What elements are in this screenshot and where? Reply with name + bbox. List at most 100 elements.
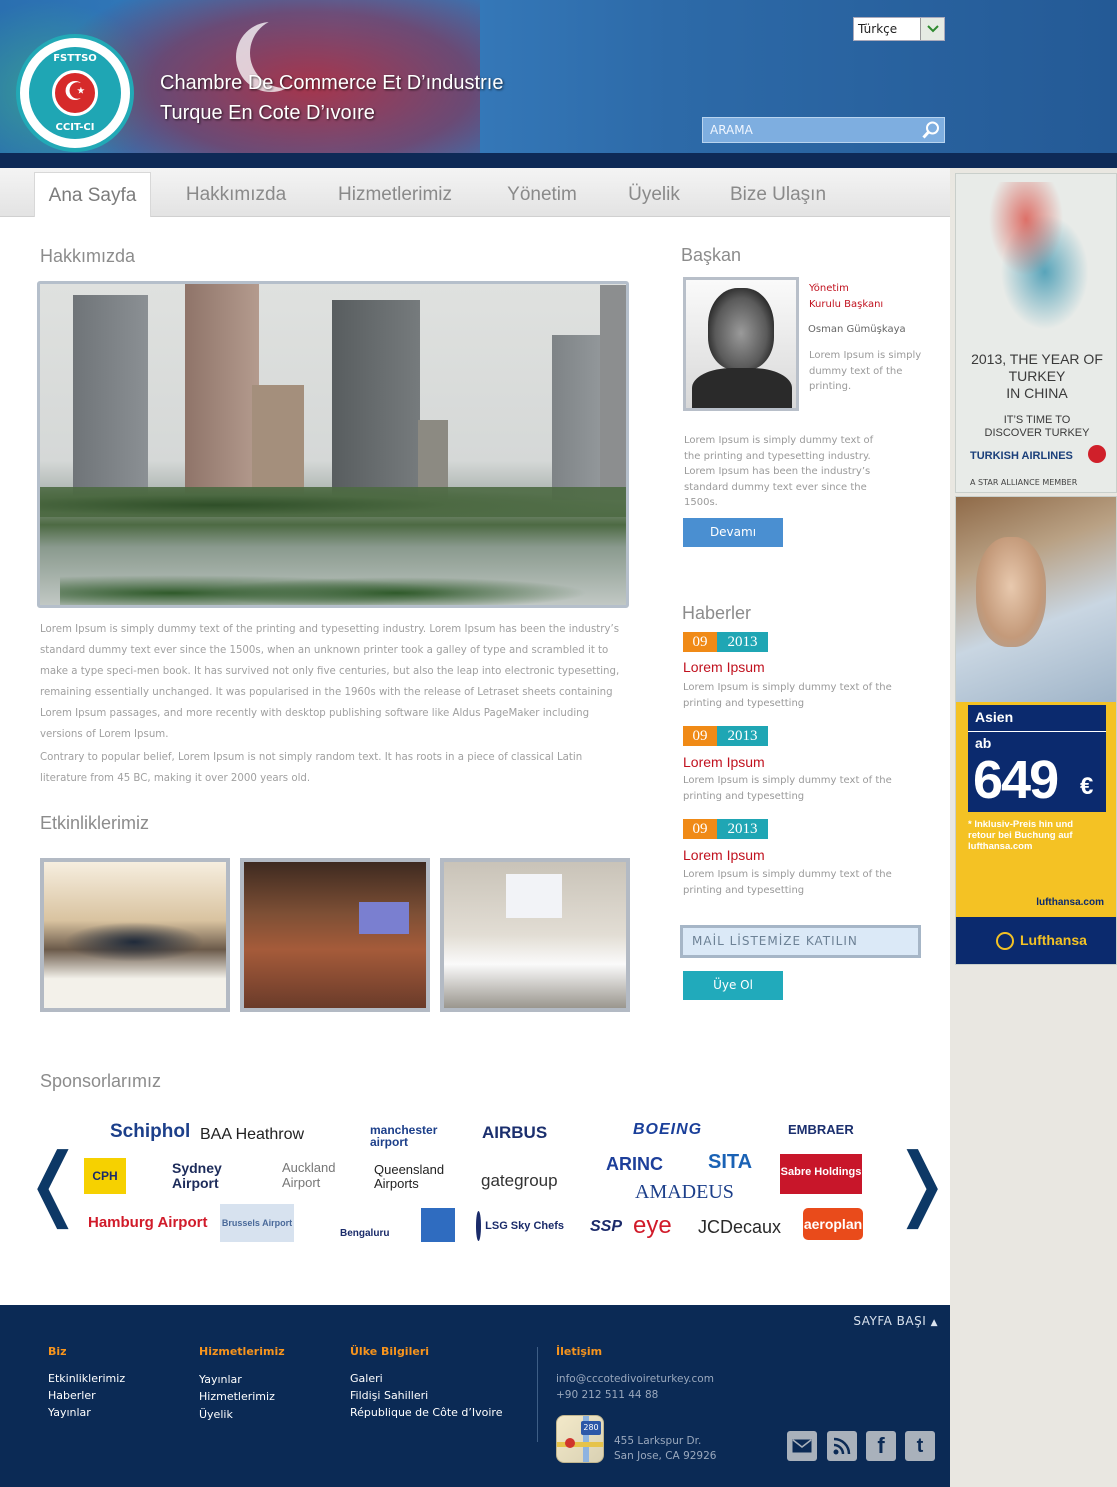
news-headline[interactable]: Lorem Ipsum [683, 847, 765, 863]
turkish-airlines-logo-icon [1088, 445, 1106, 463]
search-icon[interactable] [918, 118, 944, 142]
sponsor-logo[interactable]: JCDecaux [698, 1217, 781, 1238]
sponsor-logo[interactable]: Bengaluru [340, 1228, 389, 1239]
chevron-down-icon[interactable] [920, 18, 944, 40]
chevron-right-icon[interactable]: ❭ [888, 1131, 955, 1235]
city-skyline-image [37, 281, 629, 608]
sponsor-logo[interactable]: eye [633, 1212, 672, 1240]
event-photo-conference[interactable] [240, 858, 430, 1012]
sponsor-logo[interactable]: BAA Heathrow [200, 1126, 304, 1144]
sponsor-logo[interactable]: Hamburg Airport [88, 1214, 207, 1231]
turkish-airlines-ad[interactable]: 2013, THE YEAR OF TURKEY IN CHINA IT’S T… [955, 173, 1117, 493]
mail-icon[interactable] [787, 1431, 817, 1461]
sponsor-logo[interactable]: AMADEUS [635, 1181, 734, 1204]
facebook-icon[interactable]: f [866, 1431, 896, 1461]
ad2-price: 649 [973, 750, 1059, 810]
footer-col-title: Ülke Bilgileri [350, 1345, 430, 1358]
sponsor-logo[interactable]: CPH [84, 1158, 126, 1194]
president-photo [683, 277, 799, 411]
site-title-line2: Turque En Cote D’ıvoıre [160, 102, 375, 124]
president-role-line1: Yönetim [809, 283, 849, 294]
news-year: 2013 [717, 819, 768, 839]
logo-emblem: FSTTSO ☪ CCIT-CI [29, 47, 121, 139]
ad2-url: lufthansa.com [1036, 897, 1104, 908]
contact-phone: +90 212 511 44 88 [556, 1389, 659, 1401]
nav-item-services[interactable]: Hizmetlerimiz [322, 172, 468, 217]
search-input[interactable] [703, 123, 918, 137]
president-role: Yönetim Kurulu Başkanı [809, 281, 883, 313]
footer-link[interactable]: Galeri [350, 1372, 383, 1385]
footer-link[interactable]: Üyelik [199, 1408, 233, 1421]
sponsors-title: Sponsorlarımız [40, 1071, 162, 1091]
ad2-brand: Lufthansa [1020, 932, 1087, 948]
sponsor-logo[interactable]: SITA [708, 1151, 752, 1174]
language-select[interactable]: Türkçe [853, 17, 945, 41]
back-to-top-link[interactable]: SAYFA BAŞI ▲ [853, 1314, 938, 1328]
ad2-portrait [976, 537, 1046, 647]
nav-item-management[interactable]: Yönetim [490, 172, 594, 217]
site-logo[interactable]: FSTTSO ☪ CCIT-CI [16, 34, 134, 152]
footer-link[interactable]: République de Côte d’Ivoire [350, 1406, 503, 1419]
tree-line [40, 487, 626, 517]
building [252, 385, 304, 500]
sponsor-logo[interactable]: aeroplan [803, 1208, 863, 1240]
footer-link[interactable]: Etkinliklerimiz [48, 1372, 125, 1385]
ad1-subline: IT’S TIME TO DISCOVER TURKEY [956, 414, 1116, 440]
map-pin [565, 1438, 575, 1448]
read-more-button[interactable]: Devamı [683, 518, 783, 547]
news-year: 2013 [717, 726, 768, 746]
language-value: Türkçe [858, 22, 898, 36]
footer-link[interactable]: Yayınlar [48, 1406, 91, 1419]
news-headline[interactable]: Lorem Ipsum [683, 754, 765, 770]
sponsor-logo[interactable]: BOEING [633, 1121, 702, 1139]
president-name: Osman Gümüşkaya [808, 324, 906, 335]
ad1-line: TURKEY [1008, 368, 1066, 384]
sponsor-logo[interactable]: Brussels Airport [220, 1204, 294, 1242]
nav-item-home[interactable]: Ana Sayfa [34, 172, 151, 217]
president-long-text: Lorem Ipsum is simply dummy text of the … [684, 435, 874, 508]
header-bottom-bar [0, 153, 1117, 168]
sponsor-logo[interactable]: ARINC [606, 1154, 663, 1175]
ad1-headline: 2013, THE YEAR OF TURKEY IN CHINA [956, 351, 1116, 402]
site-title-line1: Chambre De Commerce Et D’ındustrıe [160, 72, 504, 94]
sponsor-logo[interactable]: Queensland Airports [374, 1163, 454, 1191]
sponsor-logo[interactable]: manchester airport [370, 1124, 450, 1148]
footer-link[interactable]: Haberler [48, 1389, 96, 1402]
site-header: FSTTSO ☪ CCIT-CI Chambre De Commerce Et … [0, 0, 1117, 153]
sponsor-logo[interactable]: LSG Sky Chefs [476, 1210, 564, 1242]
sponsor-logo[interactable]: SSP [590, 1218, 622, 1236]
nav-item-about[interactable]: Hakkımızda [170, 172, 302, 217]
ad-artwork [976, 182, 1101, 332]
event-photo-seminar[interactable] [440, 858, 630, 1012]
ad1-member: A STAR ALLIANCE MEMBER [970, 478, 1078, 487]
sponsor-logo[interactable]: Sabre Holdings [780, 1154, 862, 1194]
chevron-left-icon[interactable]: ❬ [20, 1131, 87, 1235]
map-icon[interactable]: 280 [556, 1415, 604, 1463]
sponsor-logo[interactable]: Sydney Airport [172, 1161, 232, 1191]
sponsor-logo[interactable]: EMBRAER [788, 1122, 854, 1137]
sky-chefs-mark [476, 1211, 482, 1241]
news-headline[interactable]: Lorem Ipsum [683, 659, 765, 675]
sponsor-logo[interactable]: Schiphol [110, 1121, 190, 1143]
sponsor-logo[interactable]: Auckland Airport [282, 1160, 342, 1190]
ad2-price-box: Asien ab 649 € [968, 705, 1106, 812]
seminar-screen [506, 874, 562, 918]
mailing-list-input[interactable]: MAİL LİSTEMİZE KATILIN [680, 925, 921, 958]
nav-item-contact[interactable]: Bize Ulaşın [716, 172, 840, 217]
lufthansa-ad[interactable]: Asien ab 649 € * Inklusiv-Preis hin und … [955, 496, 1117, 965]
contact-email[interactable]: info@cccotedivoireturkey.com [556, 1373, 714, 1385]
contact-address-line1: 455 Larkspur Dr. [614, 1435, 702, 1447]
footer-link[interactable]: Fildişi Sahilleri [350, 1389, 428, 1402]
footer-link[interactable]: Hizmetlerimiz [199, 1390, 275, 1403]
amex-logo[interactable] [421, 1208, 455, 1242]
rss-icon[interactable] [827, 1431, 857, 1461]
subscribe-button[interactable]: Üye Ol [683, 971, 783, 1000]
sponsor-logo[interactable]: gategroup [481, 1171, 558, 1191]
nav-item-membership[interactable]: Üyelik [614, 172, 694, 217]
president-short-text: Lorem Ipsum is simply dummy text of the … [809, 350, 922, 392]
sponsor-logo[interactable]: AIRBUS [482, 1123, 547, 1143]
conference-screen [359, 902, 409, 934]
twitter-icon[interactable]: t [905, 1431, 935, 1461]
event-photo-meeting[interactable] [40, 858, 230, 1012]
footer-link[interactable]: Yayınlar [199, 1373, 242, 1386]
